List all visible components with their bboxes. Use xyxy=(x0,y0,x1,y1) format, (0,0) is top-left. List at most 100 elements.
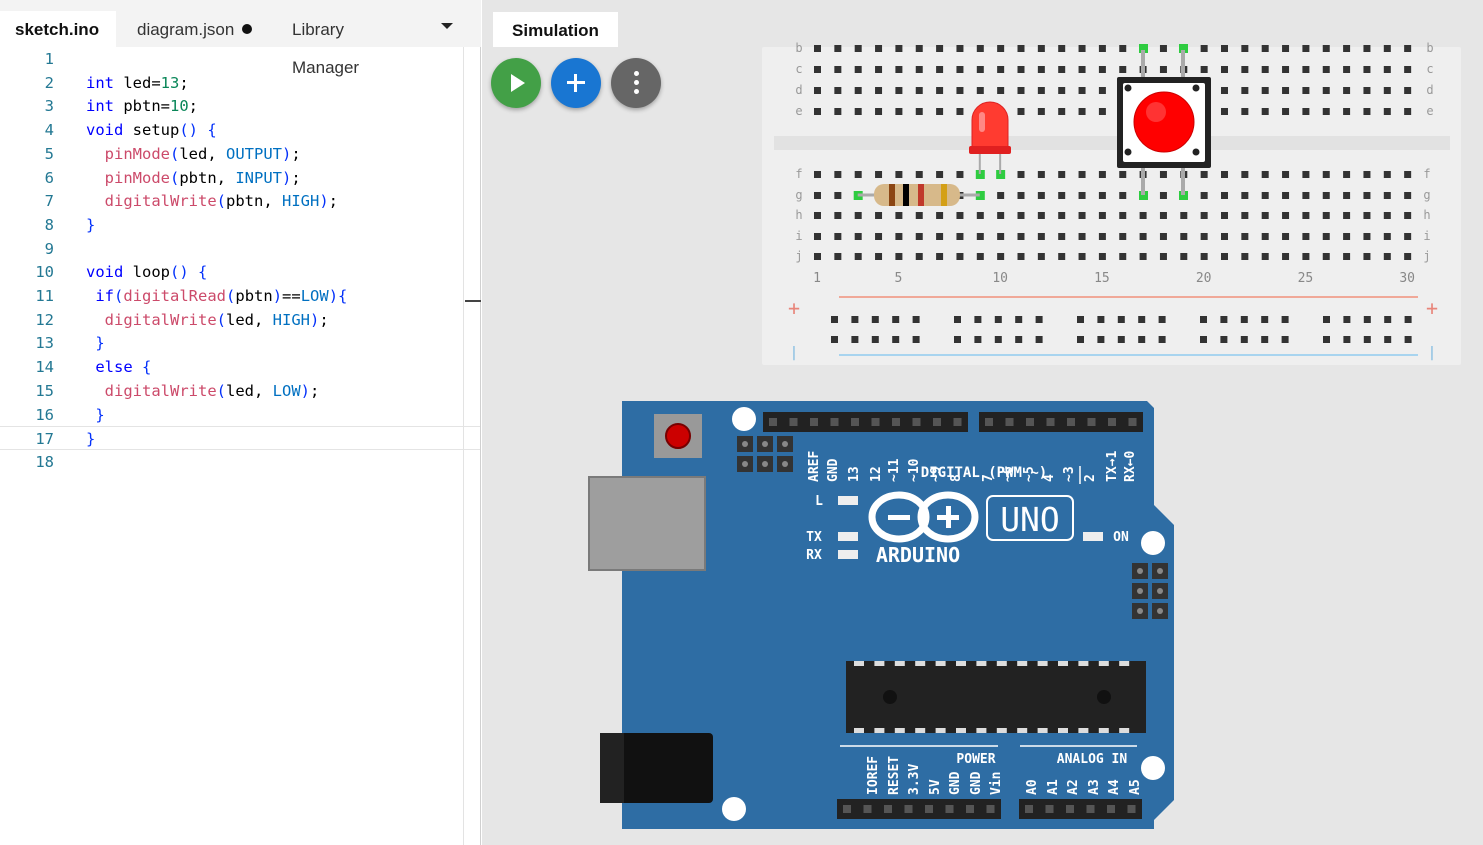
tab-diagram-json[interactable]: diagram.json xyxy=(122,11,270,47)
rail-hole[interactable] xyxy=(1097,336,1105,343)
breadboard-hole[interactable] xyxy=(1078,87,1086,94)
rail-hole[interactable] xyxy=(1384,336,1392,343)
rail-hole[interactable] xyxy=(1220,316,1228,323)
breadboard-hole[interactable] xyxy=(1322,87,1330,94)
breadboard-hole[interactable] xyxy=(1037,108,1045,115)
code-line[interactable]: 6 pinMode(pbtn, INPUT); xyxy=(0,166,480,190)
code-line[interactable]: 17} xyxy=(0,426,480,451)
breadboard-hole[interactable] xyxy=(1322,45,1330,52)
breadboard-hole[interactable] xyxy=(1261,108,1269,115)
breadboard-hole[interactable] xyxy=(915,233,923,240)
breadboard-hole[interactable] xyxy=(997,66,1005,73)
breadboard-hole[interactable] xyxy=(1261,253,1269,260)
header-pin[interactable] xyxy=(769,418,777,426)
rail-hole[interactable] xyxy=(1343,336,1351,343)
breadboard-hole[interactable] xyxy=(1404,192,1412,199)
breadboard-hole[interactable] xyxy=(1200,192,1208,199)
breadboard-hole[interactable] xyxy=(1017,87,1025,94)
code-line[interactable]: 18 xyxy=(0,450,480,474)
rail-hole[interactable] xyxy=(1323,336,1330,343)
breadboard-hole[interactable] xyxy=(834,171,842,178)
breadboard-hole[interactable] xyxy=(1098,192,1106,199)
breadboard-hole[interactable] xyxy=(1282,253,1290,260)
breadboard-hole[interactable] xyxy=(875,66,883,73)
breadboard-hole[interactable] xyxy=(854,66,862,73)
rail-hole[interactable] xyxy=(1138,336,1146,343)
breadboard-hole[interactable] xyxy=(1159,45,1167,52)
breadboard-hole[interactable] xyxy=(1078,253,1086,260)
code-line[interactable]: 3 int pbtn=10; xyxy=(0,94,480,118)
breadboard-hole[interactable] xyxy=(854,108,862,115)
breadboard-hole[interactable] xyxy=(1017,66,1025,73)
rail-hole[interactable] xyxy=(1240,316,1248,323)
breadboard-hole[interactable] xyxy=(1363,171,1371,178)
header-pin[interactable] xyxy=(863,805,872,813)
breadboard-hole[interactable] xyxy=(875,171,883,178)
breadboard-hole[interactable] xyxy=(875,212,883,219)
breadboard-hole[interactable] xyxy=(1159,66,1167,73)
rail-hole[interactable] xyxy=(1015,316,1023,323)
breadboard-hole[interactable] xyxy=(1017,233,1025,240)
breadboard-hole[interactable] xyxy=(854,233,862,240)
breadboard-hole[interactable] xyxy=(1241,87,1249,94)
header-pin[interactable] xyxy=(986,805,995,813)
breadboard-hole[interactable] xyxy=(1241,108,1249,115)
resistor[interactable] xyxy=(874,184,960,206)
header-pin[interactable] xyxy=(789,418,798,426)
header-pin[interactable] xyxy=(945,805,954,813)
breadboard-hole[interactable] xyxy=(854,87,862,94)
breadboard-hole[interactable] xyxy=(834,212,842,219)
breadboard-hole[interactable] xyxy=(1282,171,1290,178)
rail-hole[interactable] xyxy=(1097,316,1105,323)
breadboard-hole[interactable] xyxy=(1302,171,1310,178)
breadboard-hole[interactable] xyxy=(814,233,821,240)
tab-library-manager[interactable]: Library Manager xyxy=(277,11,427,77)
header-pin[interactable] xyxy=(1128,418,1137,426)
breadboard-hole[interactable] xyxy=(1261,192,1269,199)
header-pin[interactable] xyxy=(933,418,941,426)
breadboard-hole[interactable] xyxy=(1119,253,1127,260)
breadboard-hole[interactable] xyxy=(814,253,821,260)
breadboard-hole[interactable] xyxy=(1159,233,1167,240)
breadboard-hole[interactable] xyxy=(1322,233,1330,240)
breadboard-hole[interactable] xyxy=(1078,45,1086,52)
breadboard-hole[interactable] xyxy=(814,87,821,94)
breadboard-hole[interactable] xyxy=(1180,233,1188,240)
breadboard-hole[interactable] xyxy=(1098,87,1106,94)
breadboard-hole[interactable] xyxy=(834,45,842,52)
breadboard-hole[interactable] xyxy=(1343,233,1351,240)
breadboard-hole[interactable] xyxy=(976,87,984,94)
breadboard-hole[interactable] xyxy=(1261,66,1269,73)
breadboard-hole[interactable] xyxy=(1037,66,1045,73)
breadboard-hole[interactable] xyxy=(834,87,842,94)
breadboard-hole[interactable] xyxy=(1343,108,1351,115)
tabs-dropdown-caret-icon[interactable] xyxy=(438,20,456,34)
rail-hole[interactable] xyxy=(954,336,961,343)
breadboard-hole[interactable] xyxy=(1037,45,1045,52)
header-pin[interactable] xyxy=(1066,805,1074,813)
breadboard-hole[interactable] xyxy=(854,171,862,178)
breadboard-hole[interactable] xyxy=(895,87,903,94)
code-line[interactable]: 1 xyxy=(0,47,480,71)
breadboard-hole[interactable] xyxy=(1363,233,1371,240)
breadboard-hole[interactable] xyxy=(834,233,842,240)
breadboard-hole[interactable] xyxy=(1221,171,1228,178)
breadboard-hole[interactable] xyxy=(1404,212,1412,219)
rail-hole[interactable] xyxy=(1015,336,1023,343)
breadboard-hole[interactable] xyxy=(854,253,862,260)
breadboard-hole[interactable] xyxy=(1383,212,1391,219)
add-part-button[interactable] xyxy=(551,58,601,108)
breadboard-hole[interactable] xyxy=(1383,45,1391,52)
breadboard-hole[interactable] xyxy=(1302,87,1310,94)
code-line[interactable]: 11 if(digitalRead(pbtn)==LOW){ xyxy=(0,284,480,308)
breadboard-hole[interactable] xyxy=(1119,233,1127,240)
breadboard-hole[interactable] xyxy=(1282,192,1290,199)
breadboard-hole[interactable] xyxy=(1098,171,1106,178)
more-options-button[interactable] xyxy=(611,58,661,108)
breadboard-hole[interactable] xyxy=(1098,212,1106,219)
breadboard-hole[interactable] xyxy=(1322,192,1330,199)
breadboard-hole[interactable] xyxy=(1302,233,1310,240)
rail-hole[interactable] xyxy=(1158,336,1166,343)
header-pin[interactable] xyxy=(843,805,851,813)
breadboard-hole[interactable] xyxy=(1017,45,1025,52)
